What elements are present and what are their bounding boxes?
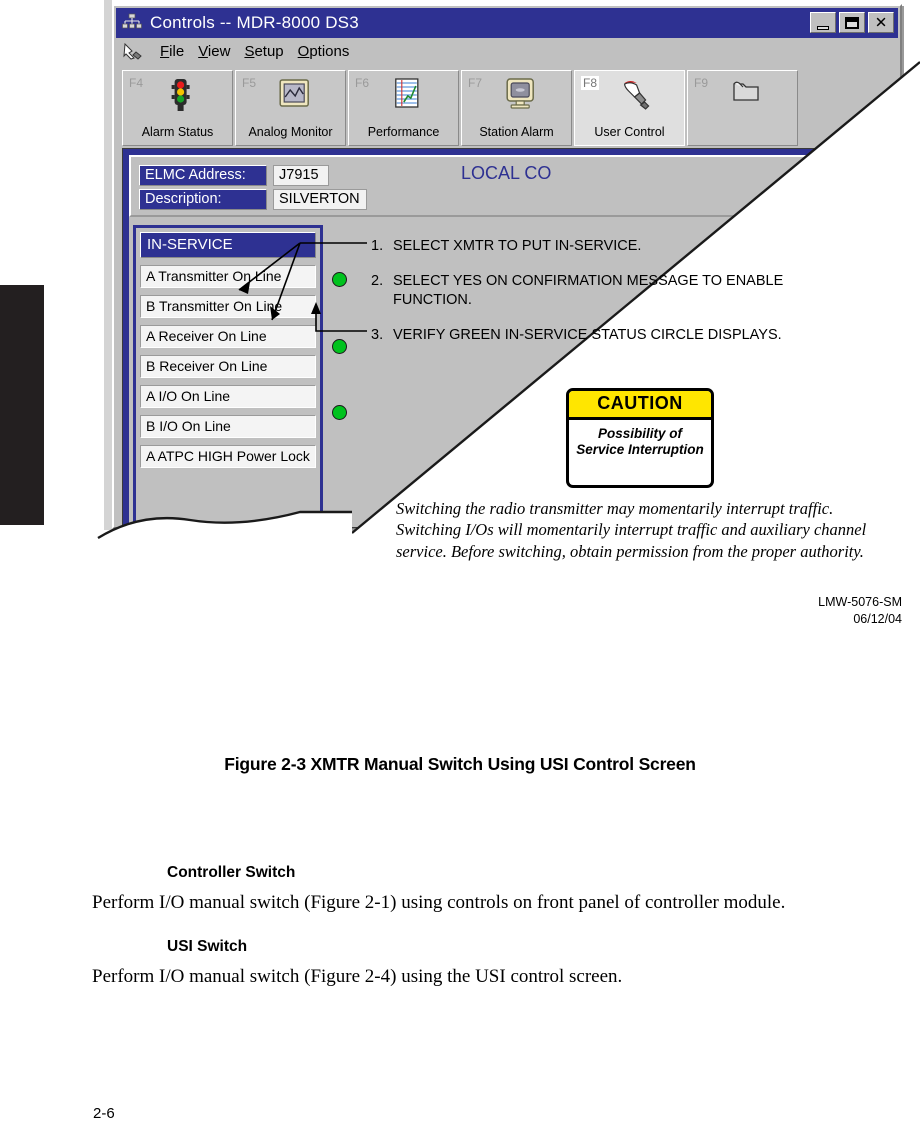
- list-item[interactable]: A I/O On Line: [140, 385, 316, 408]
- section-heading-controller-switch: Controller Switch: [167, 864, 296, 881]
- description-row: Description: SILVERTON: [139, 189, 367, 210]
- close-icon: ✕: [874, 14, 888, 31]
- toolbar-button-user-control[interactable]: F8 User Control: [574, 70, 685, 146]
- caution-sign: CAUTION Possibility of Service Interrupt…: [566, 388, 714, 488]
- section-body-usi-switch: Perform I/O manual switch (Figure 2-4) u…: [92, 966, 623, 987]
- status-circle-a-receiver: [332, 339, 347, 354]
- hand-pointer-icon: [623, 81, 649, 110]
- instruction-number: 1.: [371, 238, 384, 254]
- elmc-address-label: ELMC Address:: [139, 165, 267, 186]
- section-body-controller-switch: Perform I/O manual switch (Figure 2-1) u…: [92, 892, 786, 913]
- function-key-label: F8: [581, 76, 600, 90]
- instruction-text: SELECT XMTR TO PUT IN-SERVICE.: [393, 238, 642, 254]
- list-item[interactable]: B Receiver On Line: [140, 355, 316, 378]
- figure-caption: Figure 2-3 XMTR Manual Switch Using USI …: [224, 754, 696, 774]
- folder-icon: [732, 81, 759, 101]
- toolbar-button-station-alarm[interactable]: F7 Station Alarm: [461, 70, 572, 146]
- window-title: Controls -- MDR-8000 DS3: [150, 13, 359, 32]
- maximize-icon: [845, 16, 859, 29]
- toolbar-label: Performance: [367, 125, 440, 139]
- function-key-toolbar: F4 Alarm Status F5 Analog Monitor F6 Per…: [122, 70, 900, 146]
- section-heading-usi-switch: USI Switch: [167, 938, 248, 955]
- chart-page-icon: [394, 78, 418, 108]
- toolbar-button-alarm-status[interactable]: F4 Alarm Status: [122, 70, 233, 146]
- menu-item-options[interactable]: Options: [298, 43, 350, 60]
- toolbar-label: User Control: [594, 125, 665, 139]
- doc-number: LMW-5076-SM: [818, 595, 902, 609]
- warning-paragraph: Switching the radio transmitter may mome…: [396, 499, 867, 561]
- function-key-label: F6: [355, 76, 370, 90]
- instruction-number: 3.: [371, 327, 384, 344]
- function-key-label: F5: [242, 76, 257, 90]
- window-shadow: [104, 0, 112, 530]
- menu-item-file[interactable]: File: [160, 43, 184, 60]
- pointer-hand-icon: [123, 42, 142, 60]
- instruction-list: 1. SELECT XMTR TO PUT IN-SERVICE. 2. SEL…: [371, 237, 841, 362]
- monitor-icon: [505, 78, 534, 109]
- document-reference: LMW-5076-SM 06/12/04: [818, 594, 902, 628]
- caution-body: Possibility of Service Interruption: [576, 426, 704, 458]
- in-service-header: IN-SERVICE: [140, 232, 316, 258]
- screen-header-band: LOCAL CO ELMC Address: J7915 Description…: [129, 155, 845, 217]
- waveform-monitor-icon: [278, 79, 309, 107]
- instruction-3: 3. VERIFY GREEN IN-SERVICE STATUS CIRCLE…: [371, 326, 841, 345]
- menu-item-view[interactable]: View: [198, 43, 230, 60]
- in-service-panel: IN-SERVICE A Transmitter On Line B Trans…: [133, 225, 323, 525]
- menu-item-setup[interactable]: Setup: [244, 43, 283, 60]
- caution-heading: CAUTION: [569, 391, 711, 420]
- status-circle-a-transmitter: [332, 272, 347, 287]
- elmc-address-value[interactable]: J7915: [273, 165, 329, 186]
- local-control-label: LOCAL CO: [461, 163, 552, 183]
- function-key-label: F9: [694, 76, 709, 90]
- description-value[interactable]: SILVERTON: [273, 189, 367, 210]
- toolbar-button-f9[interactable]: F9: [687, 70, 798, 146]
- doc-date: 06/12/04: [853, 611, 902, 626]
- network-tree-icon: [122, 13, 142, 29]
- list-item[interactable]: A ATPC HIGH Power Lock: [140, 445, 316, 468]
- description-label: Description:: [139, 189, 267, 210]
- instruction-1: 1. SELECT XMTR TO PUT IN-SERVICE.: [371, 237, 841, 256]
- instruction-2: 2. SELECT YES ON CONFIRMATION MESSAGE TO…: [371, 272, 841, 310]
- page-number: 2-6: [93, 1105, 115, 1122]
- instruction-text: VERIFY GREEN IN-SERVICE STATUS CIRCLE DI…: [393, 327, 782, 344]
- toolbar-button-analog-monitor[interactable]: F5 Analog Monitor: [235, 70, 346, 146]
- list-item[interactable]: B I/O On Line: [140, 415, 316, 438]
- list-item[interactable]: B Transmitter On Line: [140, 295, 316, 318]
- close-button[interactable]: ✕: [868, 12, 894, 33]
- elmc-address-row: ELMC Address: J7915: [139, 165, 329, 186]
- list-item[interactable]: A Receiver On Line: [140, 325, 316, 348]
- menubar: File View Setup Options: [116, 38, 898, 64]
- minimize-button[interactable]: [810, 12, 836, 33]
- status-circle-a-io: [332, 405, 347, 420]
- traffic-light-icon: [171, 79, 190, 111]
- toolbar-label: Analog Monitor: [248, 125, 333, 139]
- toolbar-button-performance[interactable]: F6 Performance: [348, 70, 459, 146]
- maximize-button[interactable]: [839, 12, 865, 33]
- list-item[interactable]: A Transmitter On Line: [140, 265, 316, 288]
- instruction-number: 2.: [371, 273, 384, 290]
- function-key-label: F4: [129, 76, 144, 90]
- figure-artwork: Controls -- MDR-8000 DS3 ✕ File View Set…: [0, 0, 920, 640]
- toolbar-label: Alarm Status: [141, 125, 214, 139]
- function-key-label: F7: [468, 76, 483, 90]
- window-titlebar: Controls -- MDR-8000 DS3 ✕: [116, 8, 898, 38]
- window-controls: ✕: [810, 12, 894, 33]
- instruction-text: SELECT YES ON CONFIRMATION MESSAGE TO EN…: [393, 273, 784, 309]
- toolbar-label: Station Alarm: [479, 125, 554, 139]
- minimize-icon: [817, 25, 829, 30]
